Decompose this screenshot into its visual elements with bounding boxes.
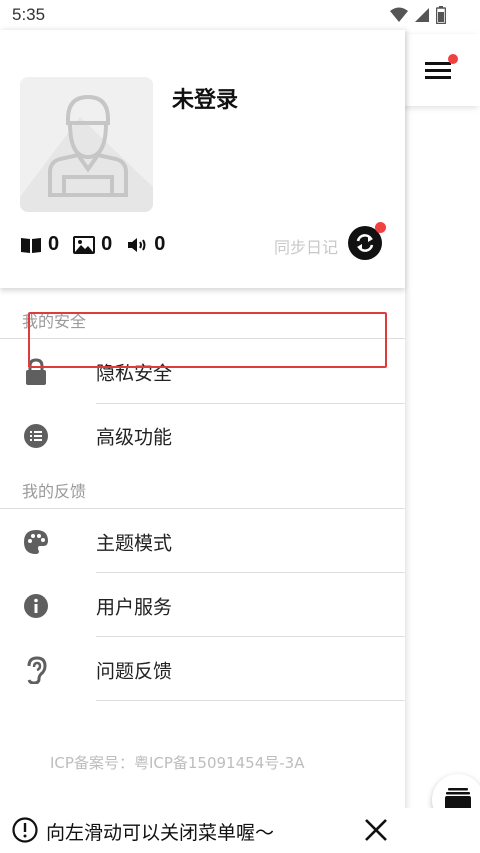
section-header-feedback: 我的反馈 [22,482,87,501]
menu-item-theme-label: 主题模式 [96,532,173,554]
stat-audio-value: 0 [154,233,166,255]
stat-images[interactable]: 0 [73,233,112,256]
status-bar: 5:35 [0,0,480,30]
wifi-icon [390,7,408,22]
stats-row: 0 0 0 [20,233,165,256]
status-icons [390,6,446,24]
menu-item-service[interactable]: 用户服务 [0,574,405,637]
menu-item-theme[interactable]: 主题模式 [0,510,405,573]
divider [0,508,405,509]
divider [96,636,405,637]
swipe-hint-text: 向左滑动可以关闭菜单喔～ [46,822,275,844]
book-icon [21,237,41,253]
stat-images-value: 0 [101,233,113,255]
divider [96,700,405,701]
palette-icon [22,528,50,556]
notification-dot [448,54,458,64]
status-time: 5:35 [12,5,46,24]
stat-diaries[interactable]: 0 [20,233,59,256]
user-avatar-icon [20,94,153,212]
speaker-icon [128,237,146,252]
signal-icon [415,8,429,22]
sync-badge [375,222,386,233]
highlight-annotation [28,312,387,368]
navigation-drawer: 未登录 0 0 0 同步日记 我的安全 隐私安全 高级功能 我的反馈 主题模式 … [0,30,405,853]
menu-item-feedback[interactable]: 问题反馈 [0,638,405,701]
battery-icon [436,6,446,24]
stat-audio[interactable]: 0 [126,233,165,256]
menu-item-advanced[interactable]: 高级功能 [0,404,405,467]
sync-label[interactable]: 同步日记 [274,234,338,258]
icp-record: ICP备案号：粤ICP备15091454号-3A [50,754,305,772]
info-icon [22,592,50,620]
close-icon[interactable] [362,816,390,844]
sync-button[interactable] [348,222,386,260]
hamburger-icon [425,62,451,79]
stat-diaries-value: 0 [48,233,60,255]
login-status-title[interactable]: 未登录 [172,82,238,114]
ear-icon [22,655,50,684]
image-icon [73,235,96,254]
profile-card: 未登录 0 0 0 同步日记 [0,30,405,288]
swipe-hint-bar: 向左滑动可以关闭菜单喔～ [0,808,480,853]
list-icon [22,422,50,450]
menu-item-feedback-label: 问题反馈 [96,660,173,682]
sync-icon [356,234,374,252]
divider [96,572,405,573]
menu-item-service-label: 用户服务 [96,596,173,618]
menu-item-advanced-label: 高级功能 [96,426,173,448]
alert-icon [12,817,38,843]
menu-button[interactable] [405,34,480,106]
avatar[interactable] [20,77,153,212]
